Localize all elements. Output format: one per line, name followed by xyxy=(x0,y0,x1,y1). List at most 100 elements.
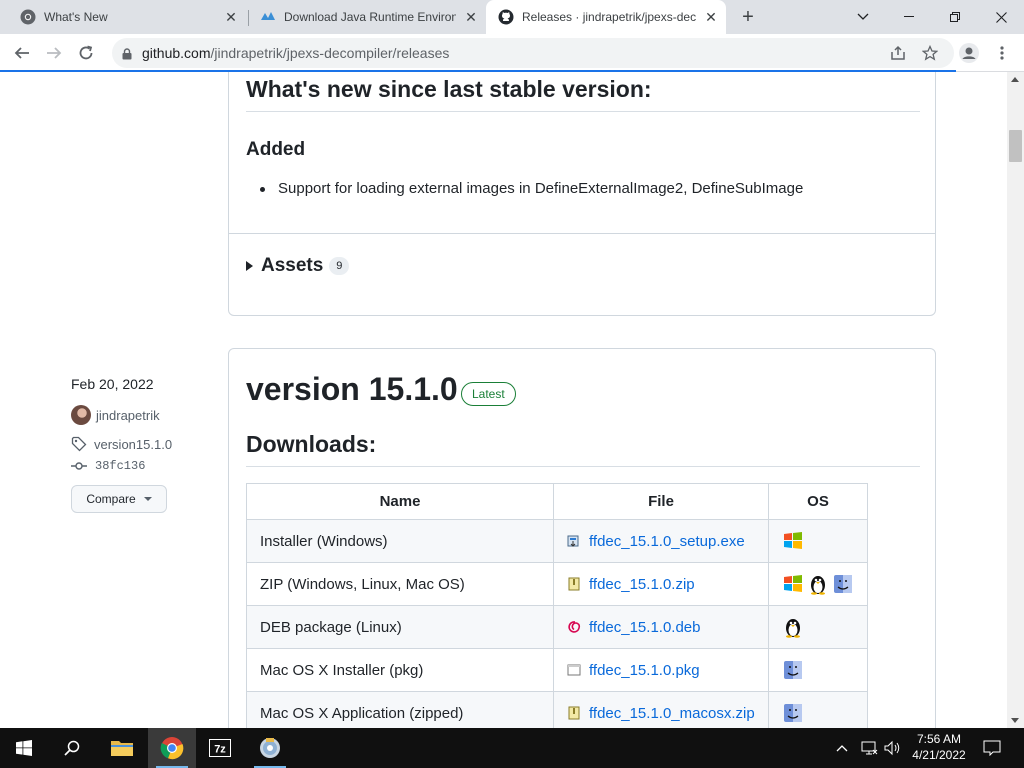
tab-whats-new[interactable]: What's New ✕ xyxy=(0,0,246,34)
bookmark-star-icon[interactable] xyxy=(916,39,944,67)
notifications-icon[interactable] xyxy=(983,728,1001,768)
download-link[interactable]: ffdec_15.1.0_setup.exe xyxy=(567,533,755,550)
release-author[interactable]: jindrapetrik xyxy=(71,405,160,425)
lock-icon xyxy=(122,47,132,60)
share-icon[interactable] xyxy=(884,39,912,67)
chrome-icon xyxy=(160,737,184,760)
forward-button[interactable] xyxy=(40,39,68,67)
release-commit[interactable]: 38fc136 xyxy=(71,458,145,474)
author-name[interactable]: jindrapetrik xyxy=(96,408,160,423)
tag-name[interactable]: version15.1.0 xyxy=(94,437,172,452)
menu-kebab-icon[interactable] xyxy=(988,39,1016,67)
url-text: github.com/jindrapetrik/jpexs-decompiler… xyxy=(142,45,450,61)
download-name: Mac OS X Application (zipped) xyxy=(246,691,554,728)
search-button[interactable] xyxy=(48,728,96,768)
7zip-button[interactable]: 7z xyxy=(196,728,244,768)
download-link[interactable]: ffdec_15.1.0.zip xyxy=(567,576,755,593)
tab-java-download[interactable]: Download Java Runtime Environment ✕ xyxy=(240,0,486,34)
commit-sha[interactable]: 38fc136 xyxy=(95,459,145,473)
network-icon[interactable] xyxy=(861,728,879,768)
7zip-icon: 7z xyxy=(209,739,231,757)
reload-icon xyxy=(79,45,93,60)
close-window-button[interactable] xyxy=(978,0,1024,34)
debian-swirl-icon xyxy=(567,620,581,634)
folder-icon xyxy=(111,741,133,756)
clock-date: 4/21/2022 xyxy=(912,748,966,762)
minimize-button[interactable] xyxy=(886,0,932,34)
whats-new-heading: What's new since last stable version: xyxy=(246,76,652,102)
chevron-up-icon xyxy=(836,745,848,752)
github-icon xyxy=(498,9,514,25)
table-row: Mac OS X Installer (pkg) ffdec_15.1.0.pk… xyxy=(246,648,868,692)
tab-releases[interactable]: Releases · jindrapetrik/jpexs-decompiler… xyxy=(486,0,726,34)
mac-finder-icon xyxy=(832,573,854,595)
mac-finder-icon xyxy=(782,702,804,724)
close-tab-icon[interactable]: ✕ xyxy=(222,8,240,26)
compare-label: Compare xyxy=(86,492,136,506)
volume-icon[interactable] xyxy=(884,728,902,768)
table-header-row: Name File OS xyxy=(246,483,868,520)
chrome-icon xyxy=(20,9,36,25)
os-icons xyxy=(782,659,854,681)
close-tab-icon[interactable]: ✕ xyxy=(462,8,480,26)
downloads-table: Name File OS Installer (Windows) ffdec_1… xyxy=(246,483,868,728)
reload-button[interactable] xyxy=(72,39,100,67)
added-item: Support for loading external images in D… xyxy=(259,180,804,197)
assets-toggle[interactable]: Assets 9 xyxy=(246,255,350,277)
search-icon xyxy=(64,740,80,756)
profile-avatar-icon[interactable] xyxy=(955,39,983,67)
java-download-icon xyxy=(260,9,276,25)
linux-tux-icon xyxy=(807,573,829,595)
mac-finder-icon xyxy=(782,659,804,681)
download-name: DEB package (Linux) xyxy=(246,605,554,649)
download-link[interactable]: ffdec_15.1.0.deb xyxy=(567,619,755,636)
release-title[interactable]: version 15.1.0 xyxy=(246,371,458,408)
divider xyxy=(246,466,920,467)
caret-right-icon xyxy=(246,261,253,271)
show-hidden-icons[interactable] xyxy=(836,728,848,768)
restore-button[interactable] xyxy=(932,0,978,34)
clock-time: 7:56 AM xyxy=(916,732,962,746)
download-link[interactable]: ffdec_15.1.0_macosx.zip xyxy=(567,705,755,722)
commit-icon xyxy=(71,458,87,474)
latest-badge: Latest xyxy=(461,382,516,406)
browser-toolbar: github.com/jindrapetrik/jpexs-decompiler… xyxy=(0,34,1024,72)
scroll-down-arrow-icon[interactable] xyxy=(1011,718,1019,723)
tab-title: What's New xyxy=(44,10,108,24)
divider xyxy=(229,233,935,234)
address-bar[interactable]: github.com/jindrapetrik/jpexs-decompiler… xyxy=(112,38,954,68)
windows-start-icon xyxy=(16,740,32,756)
tab-strip: What's New ✕ Download Java Runtime Envir… xyxy=(0,0,1024,34)
back-arrow-icon xyxy=(14,47,29,59)
download-name: ZIP (Windows, Linux, Mac OS) xyxy=(246,562,554,606)
table-row: Mac OS X Application (zipped) ffdec_15.1… xyxy=(246,691,868,728)
new-tab-button[interactable]: + xyxy=(736,5,760,29)
table-row: ZIP (Windows, Linux, Mac OS) ffdec_15.1.… xyxy=(246,562,868,606)
start-button[interactable] xyxy=(0,728,48,768)
zip-file-icon xyxy=(567,577,581,591)
chrome-taskbar-button[interactable] xyxy=(148,728,196,768)
zip-file-icon xyxy=(567,706,581,720)
system-clock[interactable]: 7:56 AM 4/21/2022 xyxy=(904,731,974,763)
close-tab-icon[interactable]: ✕ xyxy=(702,8,720,26)
tab-search-icon[interactable] xyxy=(840,0,886,34)
file-explorer-button[interactable] xyxy=(98,728,146,768)
download-link[interactable]: ffdec_15.1.0.pkg xyxy=(567,662,755,679)
release-date: Feb 20, 2022 xyxy=(71,376,154,392)
assets-count: 9 xyxy=(329,257,350,275)
back-button[interactable] xyxy=(8,39,36,67)
previous-release-card: What's new since last stable version: Ad… xyxy=(228,72,936,316)
compare-button[interactable]: Compare xyxy=(71,485,167,513)
vertical-scrollbar[interactable] xyxy=(1007,72,1024,728)
scroll-up-arrow-icon[interactable] xyxy=(1011,77,1019,82)
column-header-file: File xyxy=(553,483,769,520)
release-tag[interactable]: version15.1.0 xyxy=(71,436,172,452)
downloads-heading: Downloads: xyxy=(246,431,377,457)
scrollbar-thumb[interactable] xyxy=(1009,130,1022,162)
tab-title: Download Java Runtime Environment xyxy=(284,10,456,24)
installer-app-button[interactable] xyxy=(246,728,294,768)
column-header-os: OS xyxy=(768,483,868,520)
chevron-down-icon xyxy=(143,497,152,501)
os-icons xyxy=(782,702,854,724)
download-name: Installer (Windows) xyxy=(246,519,554,563)
